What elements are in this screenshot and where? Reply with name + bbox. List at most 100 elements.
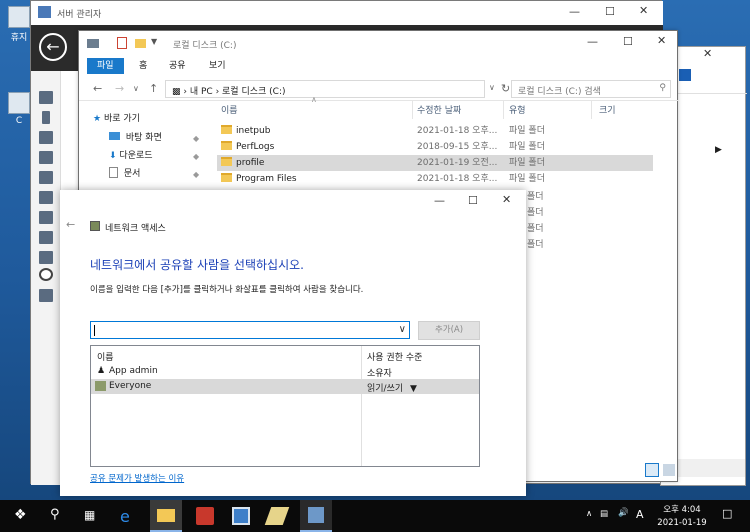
iis-icon[interactable] (39, 231, 53, 244)
file-row[interactable]: PerfLogs 2018-09-15 오후... 파일 폴더 (217, 139, 653, 155)
column-separator[interactable] (591, 101, 592, 119)
dropdown-arrow-icon: ▼ (410, 384, 417, 394)
add-button[interactable]: 추가(A) (418, 321, 480, 340)
forward-arrow-icon[interactable]: → (115, 82, 124, 95)
notification-icon[interactable]: □ (722, 507, 732, 520)
quick-access-item[interactable]: ★ 바로 가기 (93, 111, 140, 127)
tools-icon[interactable] (39, 251, 53, 264)
close-button[interactable]: ✕ (703, 47, 712, 60)
address-dropdown-icon[interactable]: ∨ (489, 83, 495, 92)
server-manager-taskbar-icon[interactable] (232, 507, 250, 525)
nav-item-downloads[interactable]: ⬇ 다운로드 (109, 148, 153, 164)
back-arrow-icon[interactable]: ← (93, 82, 102, 95)
back-arrow-icon[interactable]: ← (39, 33, 67, 61)
close-button[interactable]: ✕ (502, 193, 511, 206)
column-header-type[interactable]: 유형 (509, 103, 526, 116)
up-arrow-icon[interactable]: ↑ (149, 82, 158, 95)
recent-dropdown-icon[interactable]: ∨ (133, 84, 139, 93)
breadcrumb-pc[interactable]: 내 PC (190, 87, 213, 97)
column-separator[interactable] (412, 101, 413, 119)
file-row[interactable]: inetpub 2021-01-18 오후... 파일 폴더 (217, 123, 653, 139)
ad-icon[interactable] (39, 151, 53, 164)
new-folder-icon[interactable] (135, 39, 146, 48)
quick-toolbar-dropdown-icon[interactable]: ▼ (151, 37, 157, 46)
list-header-permission[interactable]: 사용 권한 수준 (367, 350, 422, 363)
large-icons-view-icon[interactable] (663, 464, 675, 476)
column-separator[interactable] (503, 101, 504, 119)
clock[interactable]: 오후 4:04 2021-01-19 (656, 503, 708, 528)
dialog-instruction: 이름을 입력한 다음 [추가]를 클릭하거나 화살표를 클릭하여 사람을 찾습니… (90, 285, 364, 295)
dns-icon[interactable] (39, 191, 53, 204)
nav-item-documents[interactable]: 문서 (109, 166, 140, 182)
search-box[interactable]: 로컬 디스크 (C:) 검색 ⚲ (511, 80, 671, 98)
close-button[interactable]: ✕ (657, 34, 666, 47)
pin-icon[interactable]: ◆ (193, 134, 199, 143)
folder-icon (221, 141, 232, 150)
search-icon[interactable]: ⚲ (50, 507, 60, 522)
address-bar[interactable]: ▩ › 내 PC › 로컬 디스크 (C:) (165, 80, 485, 98)
permission-dropdown[interactable]: 읽기/쓰기 ▼ (367, 381, 417, 394)
tab-share[interactable]: 공유 (159, 58, 196, 74)
tray-chevron-icon[interactable]: ∧ (586, 509, 592, 519)
maximize-button[interactable]: ☐ (605, 5, 615, 18)
selected-role-icon[interactable] (39, 268, 53, 281)
role-icon[interactable] (39, 171, 53, 184)
taskbar-explorer-button[interactable] (150, 500, 182, 532)
internet-explorer-icon[interactable]: e (120, 507, 138, 526)
list-item[interactable]: ♟ App admin 소유자 (91, 364, 479, 379)
minimize-button[interactable]: — (434, 194, 445, 207)
eraser-icon[interactable] (264, 507, 290, 525)
dashboard-icon[interactable] (39, 91, 53, 104)
back-arrow-icon[interactable]: ← (66, 218, 75, 231)
pin-icon[interactable]: ◆ (193, 152, 199, 161)
breadcrumb-drive[interactable]: 로컬 디스크 (C:) (222, 87, 285, 97)
file-row-selected[interactable]: profile 2021-01-19 오전... 파일 폴더 (217, 155, 653, 171)
drive-icon (87, 39, 99, 48)
maximize-button[interactable]: ☐ (623, 35, 633, 48)
file-name: profile (236, 158, 265, 168)
minimize-button[interactable]: — (569, 5, 580, 18)
sharing-help-link[interactable]: 공유 문제가 발생하는 이유 (90, 472, 184, 484)
properties-icon[interactable] (117, 37, 127, 49)
list-item-selected[interactable]: Everyone 읽기/쓰기 ▼ (91, 379, 479, 394)
server-manager-titlebar: 서버 관리자 — ☐ ✕ (31, 1, 663, 25)
column-header-size[interactable]: 크기 (599, 103, 616, 116)
close-button[interactable]: ✕ (639, 4, 648, 17)
tab-home[interactable]: 홈 (129, 58, 157, 74)
minimize-button[interactable]: — (587, 35, 598, 48)
folder-icon (221, 125, 232, 134)
network-status-icon[interactable]: ▤ (600, 509, 608, 519)
drive-icon (8, 92, 30, 114)
file-date: 2021-01-18 오후... (417, 174, 498, 184)
local-server-icon[interactable] (42, 111, 50, 124)
toolbox-icon[interactable] (196, 507, 214, 525)
all-servers-icon[interactable] (39, 131, 53, 144)
maximize-button[interactable]: ☐ (468, 194, 478, 207)
file-name: PerfLogs (236, 142, 275, 152)
ime-indicator[interactable]: A (636, 508, 644, 521)
help-icon[interactable] (679, 69, 691, 81)
chevron-down-icon[interactable]: ∨ (399, 324, 406, 335)
column-header-name[interactable]: 이름 (221, 103, 238, 116)
pin-icon[interactable]: ◆ (193, 170, 199, 179)
expand-arrow-icon[interactable]: ▶ (715, 145, 722, 155)
nav-item-desktop[interactable]: 바탕 화면 (109, 130, 162, 146)
refresh-icon[interactable]: ↻ (501, 82, 510, 95)
entry-permission: 읽기/쓰기 (367, 384, 404, 394)
tab-file[interactable]: 파일 (87, 58, 124, 74)
user-name-combobox[interactable]: ∨ (90, 321, 410, 339)
windows-start-icon[interactable]: ❖ (14, 507, 27, 523)
column-header-date[interactable]: 수정한 날짜 (417, 103, 461, 116)
storage-icon[interactable] (39, 289, 53, 302)
document-icon (109, 167, 118, 178)
explorer-title: 로컬 디스크 (C:) (173, 41, 237, 51)
tab-view[interactable]: 보기 (199, 58, 236, 74)
file-row[interactable]: Program Files 2021-01-18 오후... 파일 폴더 (217, 171, 653, 187)
volume-icon[interactable]: 🔊 (618, 508, 629, 518)
file-services-icon[interactable] (39, 211, 53, 224)
details-view-icon[interactable] (645, 463, 659, 477)
list-header-name[interactable]: 이름 (97, 350, 114, 363)
quick-access-label: 바로 가기 (103, 114, 140, 124)
task-view-icon[interactable]: ▦ (84, 508, 95, 522)
taskbar-network-button[interactable] (300, 500, 332, 532)
